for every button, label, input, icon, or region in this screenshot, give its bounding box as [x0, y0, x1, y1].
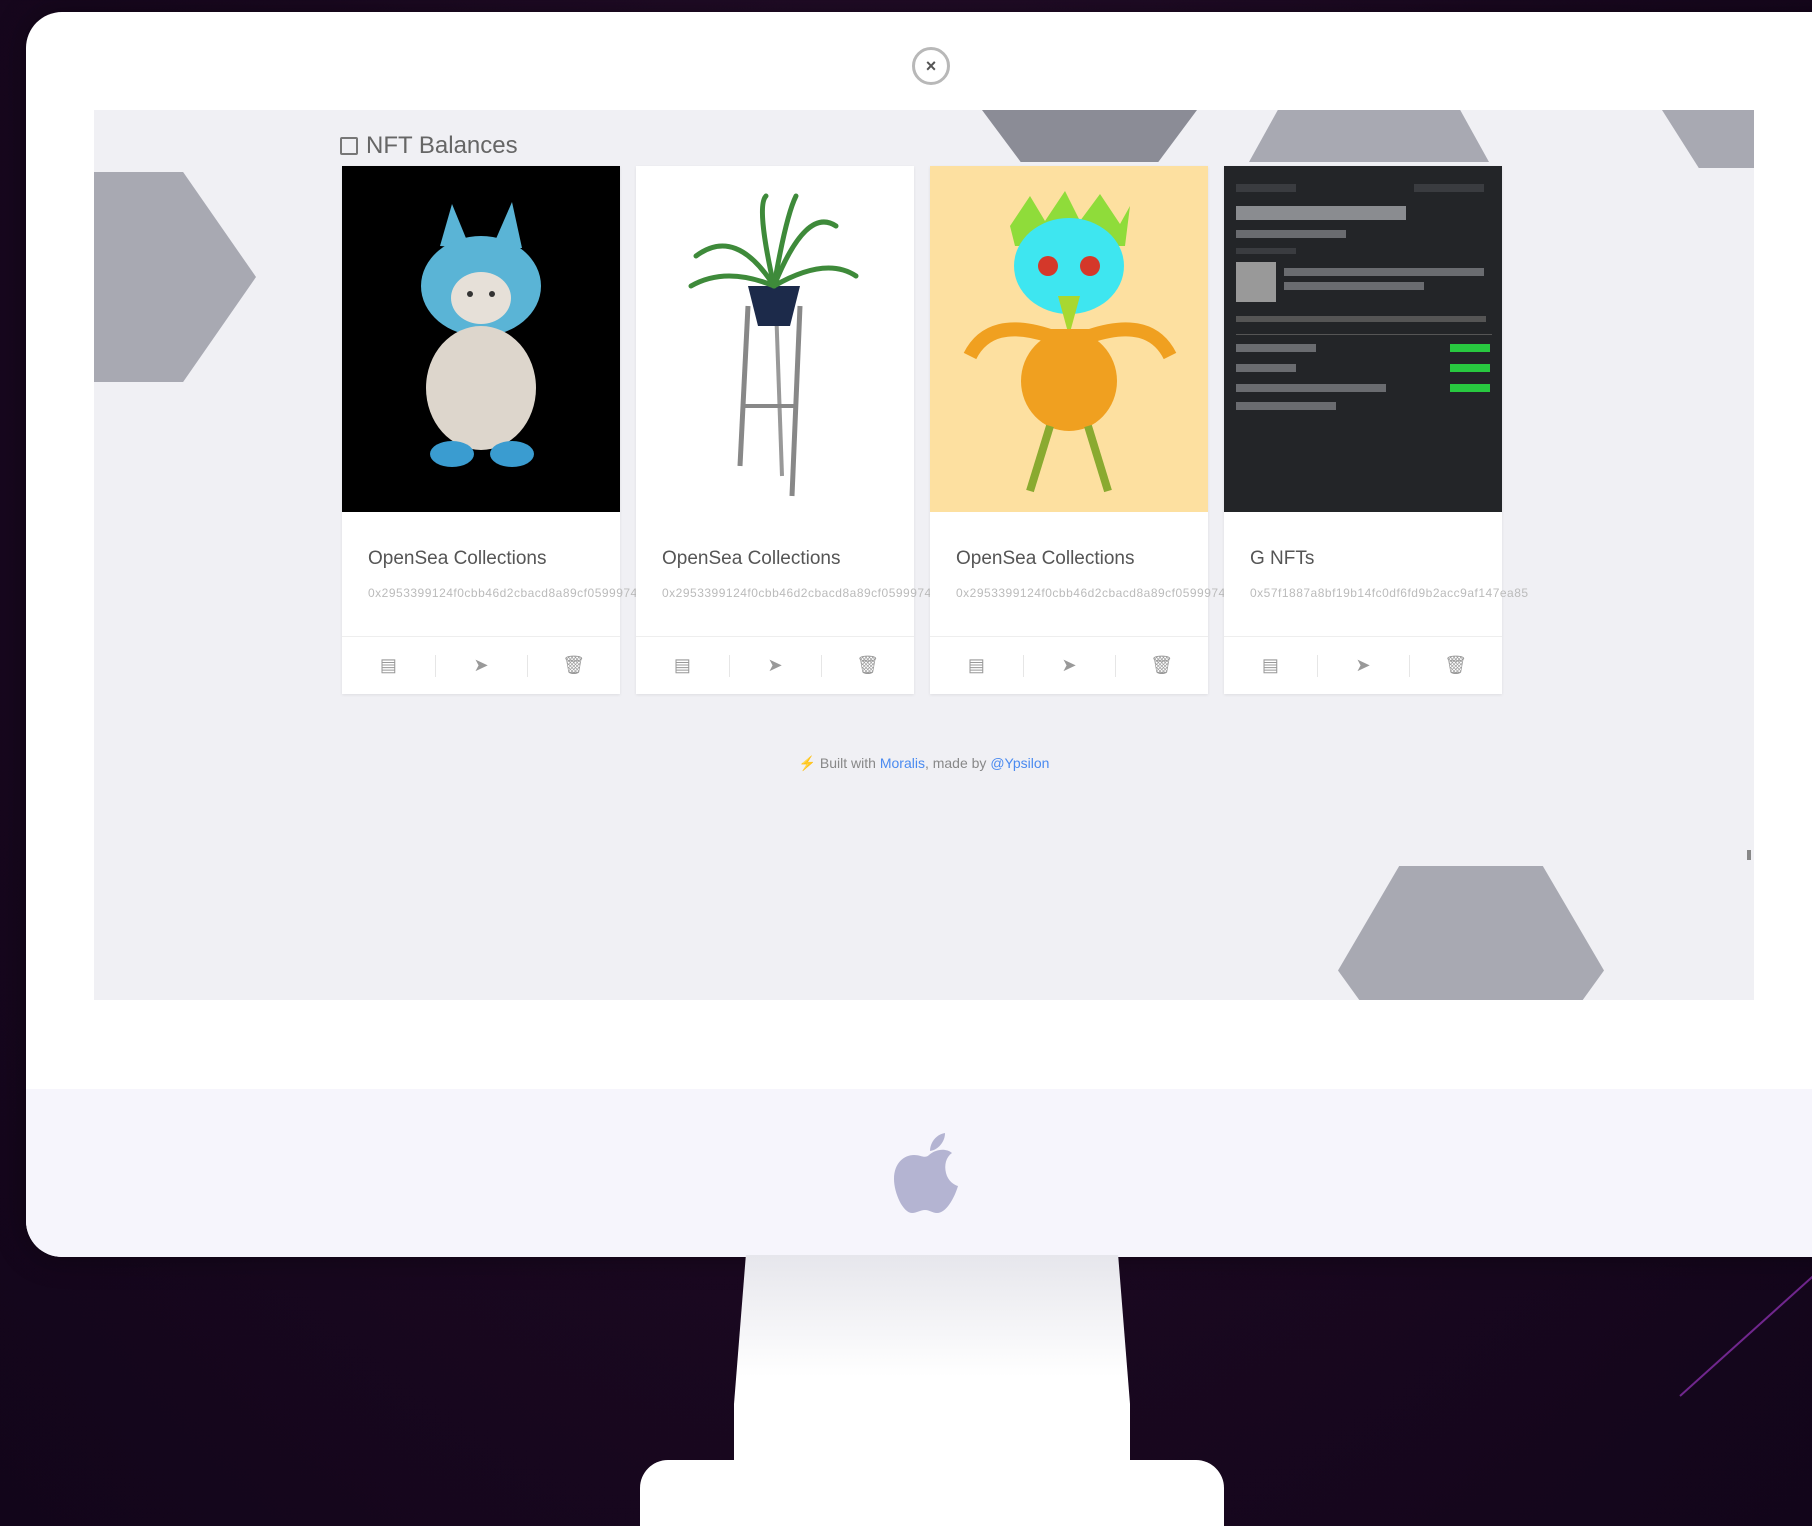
app-screen: NFT Balances OpenSea Collections 0x29533… [94, 110, 1754, 1000]
hexagon-decoration [94, 172, 256, 382]
trash-icon: 🗑 [562, 655, 586, 675]
nft-image[interactable] [342, 166, 620, 512]
moralis-link[interactable]: Moralis [880, 755, 925, 771]
footer-prefix: Built with [819, 755, 876, 771]
close-button[interactable]: × [912, 47, 950, 85]
monitor-chin [26, 1089, 1812, 1257]
card-actions: ▤ ➤ 🗑 [1224, 636, 1502, 694]
card-address: 0x2953399124f0cbb46d2cbacd8a89cf05999749… [956, 586, 1248, 600]
scrollbar[interactable] [1747, 850, 1751, 860]
card-actions: ▤ ➤ 🗑 [930, 636, 1208, 694]
monitor-base [640, 1460, 1224, 1526]
info-button[interactable]: ▤ [636, 637, 729, 694]
nft-card[interactable]: G NFTs 0x57f1887a8bf19b14fc0df6fd9b2acc9… [1224, 166, 1528, 694]
card-address: 0x57f1887a8bf19b14fc0df6fd9b2acc9af147ea… [1250, 586, 1529, 600]
delete-button[interactable]: 🗑 [527, 637, 620, 694]
card-address: 0x2953399124f0cbb46d2cbacd8a89cf05999749… [662, 586, 954, 600]
send-icon: ➤ [473, 655, 489, 675]
delete-button[interactable]: 🗑 [1115, 637, 1208, 694]
info-icon: ▤ [673, 655, 691, 675]
hexagon-decoration [982, 110, 1197, 162]
info-button[interactable]: ▤ [1224, 637, 1317, 694]
card-actions: ▤ ➤ 🗑 [636, 636, 914, 694]
decorative-line [1679, 1261, 1812, 1397]
nft-card[interactable]: OpenSea Collections 0x2953399124f0cbb46d… [930, 166, 1247, 694]
card-title: OpenSea Collections [956, 548, 1135, 569]
trash-icon: 🗑 [1444, 655, 1468, 675]
info-button[interactable]: ▤ [342, 637, 435, 694]
info-button[interactable]: ▤ [930, 637, 1023, 694]
hexagon-decoration [1249, 110, 1489, 162]
close-icon: × [925, 55, 937, 76]
footer-middle: , made by [924, 755, 987, 771]
nft-image[interactable] [1224, 166, 1502, 512]
hexagon-decoration [1662, 110, 1754, 168]
delete-button[interactable]: 🗑 [821, 637, 914, 694]
send-button[interactable]: ➤ [728, 637, 822, 694]
info-icon: ▤ [1261, 655, 1279, 675]
trash-icon: 🗑 [1150, 655, 1174, 675]
send-button[interactable]: ➤ [1316, 637, 1410, 694]
send-button[interactable]: ➤ [434, 637, 528, 694]
trash-icon: 🗑 [856, 655, 880, 675]
delete-button[interactable]: 🗑 [1409, 637, 1502, 694]
send-icon: ➤ [767, 655, 783, 675]
hexagon-decoration [1338, 866, 1604, 1000]
apple-logo-icon [894, 1133, 958, 1213]
section-title-label: NFT Balances [366, 132, 518, 159]
card-title: G NFTs [1250, 548, 1315, 569]
wallet-icon [340, 137, 358, 155]
nft-card[interactable]: OpenSea Collections 0x2953399124f0cbb46d… [636, 166, 953, 694]
card-title: OpenSea Collections [368, 548, 547, 569]
card-title: OpenSea Collections [662, 548, 841, 569]
nft-card[interactable]: OpenSea Collections 0x2953399124f0cbb46d… [342, 166, 659, 694]
nft-image[interactable] [636, 166, 914, 512]
info-icon: ▤ [967, 655, 985, 675]
monitor-frame: × NFT Balances OpenSea Collections 0x295… [26, 12, 1812, 1257]
footer: ⚡ Built with Moralis, made by @Ypsilon [94, 755, 1754, 772]
section-title: NFT Balances [340, 132, 518, 160]
card-address: 0x2953399124f0cbb46d2cbacd8a89cf05999749… [368, 586, 660, 600]
nft-image[interactable] [930, 166, 1208, 512]
lightning-icon: ⚡ [798, 755, 817, 771]
send-icon: ➤ [1061, 655, 1077, 675]
author-link[interactable]: @Ypsilon [990, 755, 1049, 771]
send-button[interactable]: ➤ [1022, 637, 1116, 694]
info-icon: ▤ [379, 655, 397, 675]
send-icon: ➤ [1355, 655, 1371, 675]
card-actions: ▤ ➤ 🗑 [342, 636, 620, 694]
